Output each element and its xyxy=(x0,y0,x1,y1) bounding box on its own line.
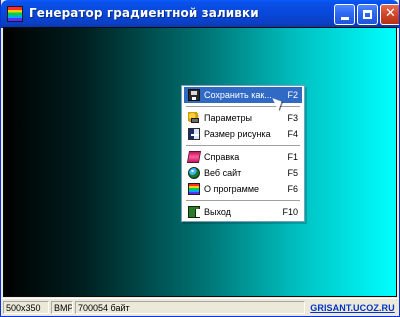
save-disk-icon xyxy=(188,89,200,101)
menu-item-shortcut: F4 xyxy=(287,129,298,139)
status-file-size: 700054 байт xyxy=(75,301,305,314)
menu-item-label: Сохранить как... xyxy=(204,90,272,100)
help-book-icon xyxy=(186,151,202,163)
menu-item-label: Размер рисунка xyxy=(204,129,271,139)
status-bar: 500x350 BMP 700054 байт GRISANT.UCOZ.RU xyxy=(1,298,399,316)
menu-item-image-size[interactable]: Размер рисунка F4 xyxy=(184,126,302,142)
gradient-generator-window: Генератор градиентной заливки ✕ Сохранит… xyxy=(0,0,400,317)
status-image-format: BMP xyxy=(51,301,73,314)
menu-item-shortcut: F1 xyxy=(287,152,298,162)
menu-item-label: Справка xyxy=(204,152,240,162)
close-button[interactable]: ✕ xyxy=(380,4,399,25)
title-bar[interactable]: Генератор градиентной заливки ✕ xyxy=(1,0,399,28)
menu-item-label: О программе xyxy=(204,184,260,194)
menu-item-about[interactable]: О программе F6 xyxy=(184,181,302,197)
settings-icon xyxy=(188,112,200,124)
menu-separator xyxy=(186,145,300,146)
minimize-icon xyxy=(341,10,349,20)
menu-item-shortcut: F6 xyxy=(287,184,298,194)
maximize-button[interactable] xyxy=(357,4,378,25)
menu-item-save-as[interactable]: Сохранить как... F2 xyxy=(184,87,302,103)
image-size-icon xyxy=(188,128,200,140)
about-app-icon xyxy=(188,183,200,195)
menu-item-label: Параметры xyxy=(204,113,252,123)
website-link[interactable]: GRISANT.UCOZ.RU xyxy=(310,303,395,313)
menu-item-shortcut: F10 xyxy=(282,207,298,217)
menu-item-exit[interactable]: Выход F10 xyxy=(184,204,302,220)
menu-item-label: Веб сайт xyxy=(204,168,242,178)
menu-item-parameters[interactable]: Параметры F3 xyxy=(184,110,302,126)
close-icon: ✕ xyxy=(385,6,396,21)
menu-item-shortcut: F3 xyxy=(287,113,298,123)
maximize-icon xyxy=(363,10,372,19)
exit-icon xyxy=(188,206,200,218)
window-title: Генератор градиентной заливки xyxy=(29,6,259,20)
menu-item-website[interactable]: Веб сайт F5 xyxy=(184,165,302,181)
status-website-link-cell: GRISANT.UCOZ.RU xyxy=(308,301,397,314)
menu-item-help[interactable]: Справка F1 xyxy=(184,149,302,165)
website-globe-icon xyxy=(188,167,200,179)
minimize-button[interactable] xyxy=(334,4,355,25)
gradient-app-icon[interactable] xyxy=(7,6,23,22)
menu-item-shortcut: F2 xyxy=(287,90,298,100)
context-menu: Сохранить как... F2 Параметры F3 Размер … xyxy=(181,85,305,222)
menu-separator xyxy=(186,200,300,201)
menu-item-shortcut: F5 xyxy=(287,168,298,178)
status-image-dimensions: 500x350 xyxy=(3,301,49,314)
menu-item-label: Выход xyxy=(204,207,231,217)
